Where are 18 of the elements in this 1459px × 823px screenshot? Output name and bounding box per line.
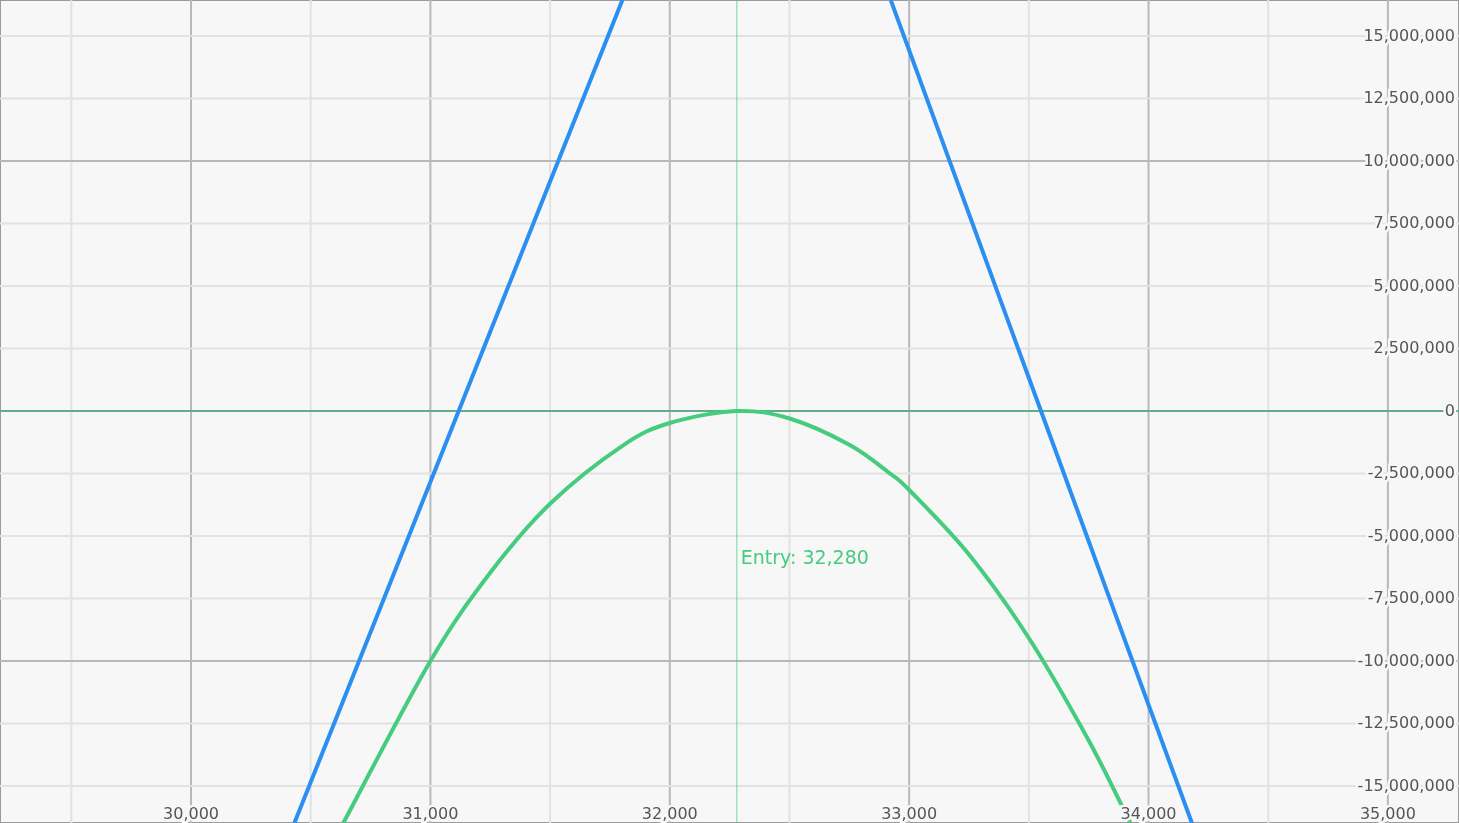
axis-tick-label: 33,000	[881, 804, 938, 823]
axis-tick-label: 5,000,000	[1373, 275, 1455, 295]
axis-tick-label: 35,000	[1359, 804, 1416, 823]
axis-tick-label: 2,500,000	[1373, 338, 1455, 357]
axis-tick-label: -10,000,000	[1357, 650, 1455, 670]
axis-tick-label: 15,000,000	[1363, 25, 1455, 45]
marker-label: Entry: 32,280	[740, 546, 869, 568]
axis-tick-label: 31,000	[402, 804, 459, 823]
axis-tick-label: -12,500,000	[1357, 713, 1455, 732]
axis-tick-label: 30,000	[163, 804, 219, 823]
axis-tick-label: -7,500,000	[1367, 588, 1455, 607]
axis-tick-label: 10,000,000	[1363, 150, 1455, 170]
axis-tick-label: 12,500,000	[1363, 88, 1455, 107]
axis-tick-label: -5,000,000	[1367, 525, 1455, 545]
axis-tick-label: -2,500,000	[1367, 463, 1455, 482]
axis-tick-label: -15,000,000	[1357, 775, 1455, 795]
axis-tick-label: 32,000	[641, 804, 698, 823]
axis-tick-label: 7,500,000	[1373, 213, 1455, 232]
